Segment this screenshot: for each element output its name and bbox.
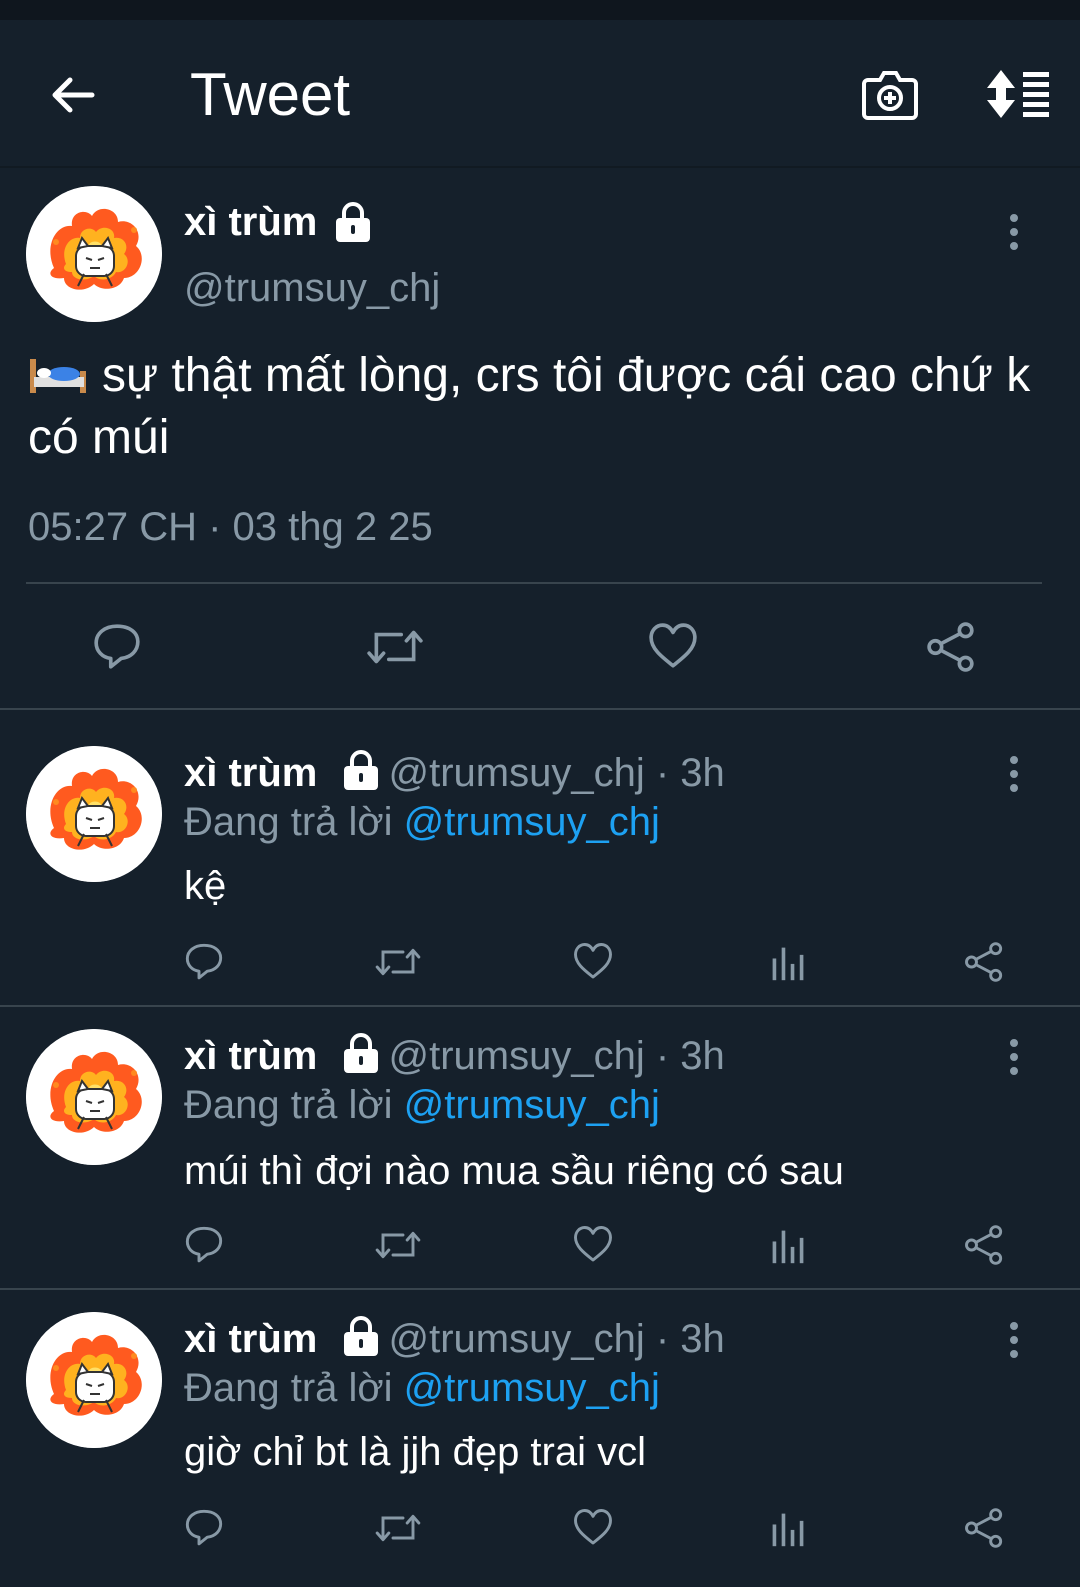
more-icon[interactable] [1008, 754, 1020, 794]
analytics-icon[interactable] [770, 1510, 806, 1548]
tweet-text: sự thật mất lòng, crs tôi được cái cao c… [28, 349, 1031, 464]
reply-tweet[interactable]: xì trùm @trumsuy_chj · 3h Đang trả lời @… [0, 1290, 1080, 1587]
bed-icon [30, 359, 86, 393]
lock-icon [342, 1033, 381, 1075]
reply-icon[interactable] [184, 1225, 224, 1265]
tweet-timestamp: 05:27 CH · 03 thg 2 25 [28, 505, 433, 549]
reply-icon[interactable] [184, 1508, 224, 1548]
retweet-icon[interactable] [374, 1508, 422, 1548]
share-icon[interactable] [926, 622, 976, 672]
back-arrow-icon[interactable] [48, 70, 98, 120]
status-bar [0, 0, 1080, 20]
avatar[interactable] [26, 746, 162, 882]
analytics-icon[interactable] [770, 944, 806, 982]
analytics-icon[interactable] [770, 1227, 806, 1265]
lock-icon [334, 202, 372, 242]
retweet-icon[interactable] [366, 622, 424, 672]
page-title: Tweet [190, 61, 351, 128]
mention-link[interactable]: @trumsuy_chj [404, 1366, 660, 1410]
like-icon[interactable] [573, 942, 613, 982]
reply-header: xì trùm @trumsuy_chj · 3h [184, 1033, 725, 1079]
mention-link[interactable]: @trumsuy_chj [404, 1083, 660, 1127]
author-name[interactable]: xì trùm [184, 751, 317, 795]
replying-prefix: Đang trả lời [184, 800, 393, 844]
replying-to: Đang trả lời @trumsuy_chj [184, 800, 660, 845]
retweet-icon[interactable] [374, 1225, 422, 1265]
reply-header: xì trùm @trumsuy_chj · 3h [184, 750, 725, 796]
like-icon[interactable] [573, 1508, 613, 1548]
replying-prefix: Đang trả lời [184, 1083, 393, 1127]
share-icon[interactable] [964, 942, 1004, 982]
avatar[interactable] [26, 186, 162, 322]
divider [26, 582, 1042, 584]
author-name[interactable]: xì trùm [184, 1317, 317, 1361]
reply-tweet[interactable]: xì trùm @trumsuy_chj · 3h Đang trả lời @… [0, 1007, 1080, 1289]
mention-link[interactable]: @trumsuy_chj [404, 800, 660, 844]
author-name[interactable]: xì trùm [184, 1034, 317, 1078]
camera-icon[interactable] [862, 66, 918, 122]
avatar[interactable] [26, 1029, 162, 1165]
more-icon[interactable] [1008, 1037, 1020, 1077]
like-icon[interactable] [648, 622, 698, 672]
handle-time: @trumsuy_chj · 3h [388, 751, 725, 795]
author-handle[interactable]: @trumsuy_chj [184, 266, 440, 311]
replying-prefix: Đang trả lời [184, 1366, 393, 1410]
reply-icon[interactable] [184, 942, 224, 982]
author-name[interactable]: xì trùm [184, 200, 317, 245]
share-icon[interactable] [964, 1225, 1004, 1265]
reply-tweet[interactable]: xì trùm @trumsuy_chj · 3h Đang trả lời @… [0, 710, 1080, 1006]
reply-header: xì trùm @trumsuy_chj · 3h [184, 1316, 725, 1362]
more-icon[interactable] [1008, 212, 1020, 252]
top-app-bar: Tweet [0, 20, 1080, 168]
replying-to: Đang trả lời @trumsuy_chj [184, 1083, 660, 1128]
like-icon[interactable] [573, 1225, 613, 1265]
sort-icon[interactable] [985, 68, 1051, 120]
reply-text: kệ [184, 864, 227, 908]
reply-text: giờ chỉ bt là jjh đẹp trai vcl [184, 1430, 646, 1474]
more-icon[interactable] [1008, 1320, 1020, 1360]
retweet-icon[interactable] [374, 942, 422, 982]
share-icon[interactable] [964, 1508, 1004, 1548]
handle-time: @trumsuy_chj · 3h [388, 1034, 725, 1078]
lock-icon [342, 1316, 381, 1358]
handle-time: @trumsuy_chj · 3h [388, 1317, 725, 1361]
tweet-body: sự thật mất lòng, crs tôi được cái cao c… [28, 345, 1058, 469]
reply-text: múi thì đợi nào mua sầu riêng có sau [184, 1149, 844, 1193]
lock-icon [342, 750, 381, 792]
avatar[interactable] [26, 1312, 162, 1448]
replying-to: Đang trả lời @trumsuy_chj [184, 1366, 660, 1411]
reply-icon[interactable] [92, 622, 142, 672]
